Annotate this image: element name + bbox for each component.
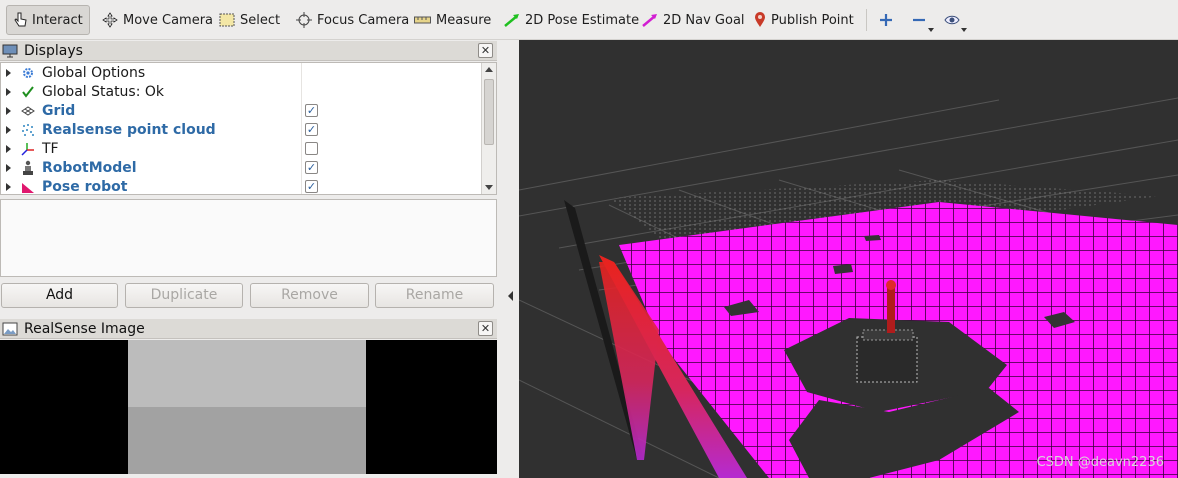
chevron-down-icon — [961, 28, 967, 32]
focus-target-icon — [296, 12, 312, 28]
enable-checkbox[interactable] — [305, 142, 318, 155]
eye-icon — [944, 15, 960, 25]
focus-camera-label: Focus Camera — [317, 12, 410, 28]
magenta-arrow-icon — [642, 14, 657, 27]
expand-arrow-icon[interactable] — [6, 182, 11, 191]
image-panel-header: RealSense Image ✕ — [0, 319, 497, 339]
main-toolbar: Interact Move Camera Select Focus Camera… — [0, 0, 1178, 40]
floor-hole — [864, 235, 881, 241]
select-tool-button[interactable]: Select — [213, 5, 286, 35]
add-button[interactable]: Add — [1, 283, 118, 308]
watermark-text: CSDN @deavn2236 — [1036, 455, 1164, 470]
publish-point-label: Publish Point — [771, 12, 854, 28]
display-item-label: TF — [42, 140, 59, 157]
displays-panel-title: Displays — [24, 42, 83, 59]
gear-icon — [20, 65, 36, 81]
duplicate-button[interactable]: Duplicate — [125, 283, 243, 308]
pose-arrow-icon — [20, 179, 36, 195]
display-item-label: Realsense point cloud — [42, 121, 216, 138]
select-box-icon — [219, 13, 235, 27]
displays-panel-header: Displays ✕ — [0, 41, 497, 61]
realsense-image-view — [0, 340, 497, 474]
measure-label: Measure — [436, 12, 492, 28]
expand-arrow-icon[interactable] — [6, 68, 11, 77]
expand-arrow-icon[interactable] — [6, 106, 11, 115]
display-item[interactable]: Pose robot ✓ — [1, 177, 482, 195]
3d-viewport[interactable]: CSDN @deavn2236 — [519, 40, 1178, 478]
green-arrow-icon — [504, 14, 519, 27]
display-item[interactable]: Realsense point cloud ✓ — [1, 120, 482, 139]
remove-tool-button[interactable] — [907, 8, 934, 32]
pose-estimate-label: 2D Pose Estimate — [525, 12, 640, 28]
hand-pointer-icon — [14, 12, 27, 27]
display-item-label: RobotModel — [42, 159, 137, 176]
camera-image-lower — [128, 407, 366, 474]
nav-goal-tool-button[interactable]: 2D Nav Goal — [636, 5, 751, 35]
nav-goal-label: 2D Nav Goal — [663, 12, 745, 28]
minus-icon — [913, 18, 925, 22]
collapse-arrow-icon[interactable] — [508, 291, 513, 301]
check-icon — [20, 84, 36, 100]
enable-checkbox[interactable]: ✓ — [305, 104, 318, 117]
move-arrows-icon — [102, 12, 118, 28]
display-item[interactable]: Grid ✓ — [1, 101, 482, 120]
displays-close-button[interactable]: ✕ — [478, 43, 493, 58]
display-item[interactable]: Global Options — [1, 63, 482, 82]
displays-tree: Global Options Global Status: Ok Grid ✓ Real… — [0, 62, 497, 195]
enable-checkbox[interactable]: ✓ — [305, 180, 318, 193]
ruler-icon — [414, 16, 431, 24]
image-icon — [2, 322, 18, 335]
display-item[interactable]: RobotModel ✓ — [1, 158, 482, 177]
scroll-up-icon[interactable] — [485, 67, 493, 72]
camera-image-upper — [128, 340, 366, 407]
map-pin-icon — [755, 12, 765, 27]
panel-splitter[interactable] — [500, 40, 518, 478]
monitor-icon — [2, 44, 18, 57]
expand-arrow-icon[interactable] — [6, 125, 11, 134]
interact-label: Interact — [32, 12, 83, 28]
plus-icon — [880, 14, 892, 26]
move-camera-label: Move Camera — [123, 12, 214, 28]
publish-point-tool-button[interactable]: Publish Point — [748, 5, 860, 35]
view-options-button[interactable] — [940, 8, 967, 32]
interact-tool-button[interactable]: Interact — [6, 5, 90, 35]
scroll-thumb[interactable] — [484, 79, 494, 145]
display-item[interactable]: TF — [1, 139, 482, 158]
tf-axes-icon — [20, 141, 36, 157]
expand-arrow-icon[interactable] — [6, 163, 11, 172]
chevron-down-icon — [928, 28, 934, 32]
add-tool-button[interactable] — [874, 8, 898, 32]
display-item-label: Global Status: Ok — [42, 83, 165, 100]
image-close-button[interactable]: ✕ — [478, 321, 493, 336]
toolbar-separator — [866, 9, 867, 31]
focus-camera-tool-button[interactable]: Focus Camera — [290, 5, 415, 35]
grid-icon — [20, 103, 36, 119]
enable-checkbox[interactable]: ✓ — [305, 123, 318, 136]
display-item-label: Grid — [42, 102, 76, 119]
pointcloud-icon — [20, 122, 36, 138]
enable-checkbox[interactable]: ✓ — [305, 161, 318, 174]
remove-button[interactable]: Remove — [250, 283, 369, 308]
image-panel-title: RealSense Image — [24, 320, 145, 337]
tree-scrollbar[interactable] — [481, 63, 496, 194]
scroll-down-icon[interactable] — [485, 185, 493, 190]
display-item[interactable]: Global Status: Ok — [1, 82, 482, 101]
measure-tool-button[interactable]: Measure — [408, 5, 497, 35]
expand-arrow-icon[interactable] — [6, 144, 11, 153]
display-item-label: Global Options — [42, 64, 146, 81]
rename-button[interactable]: Rename — [375, 283, 494, 308]
select-label: Select — [240, 12, 281, 28]
display-properties-area — [0, 199, 497, 277]
display-item-label: Pose robot — [42, 178, 128, 195]
expand-arrow-icon[interactable] — [6, 87, 11, 96]
pose-estimate-tool-button[interactable]: 2D Pose Estimate — [498, 5, 645, 35]
move-camera-tool-button[interactable]: Move Camera — [96, 5, 219, 35]
robot-icon — [20, 160, 36, 176]
scene-render — [519, 97, 1178, 478]
